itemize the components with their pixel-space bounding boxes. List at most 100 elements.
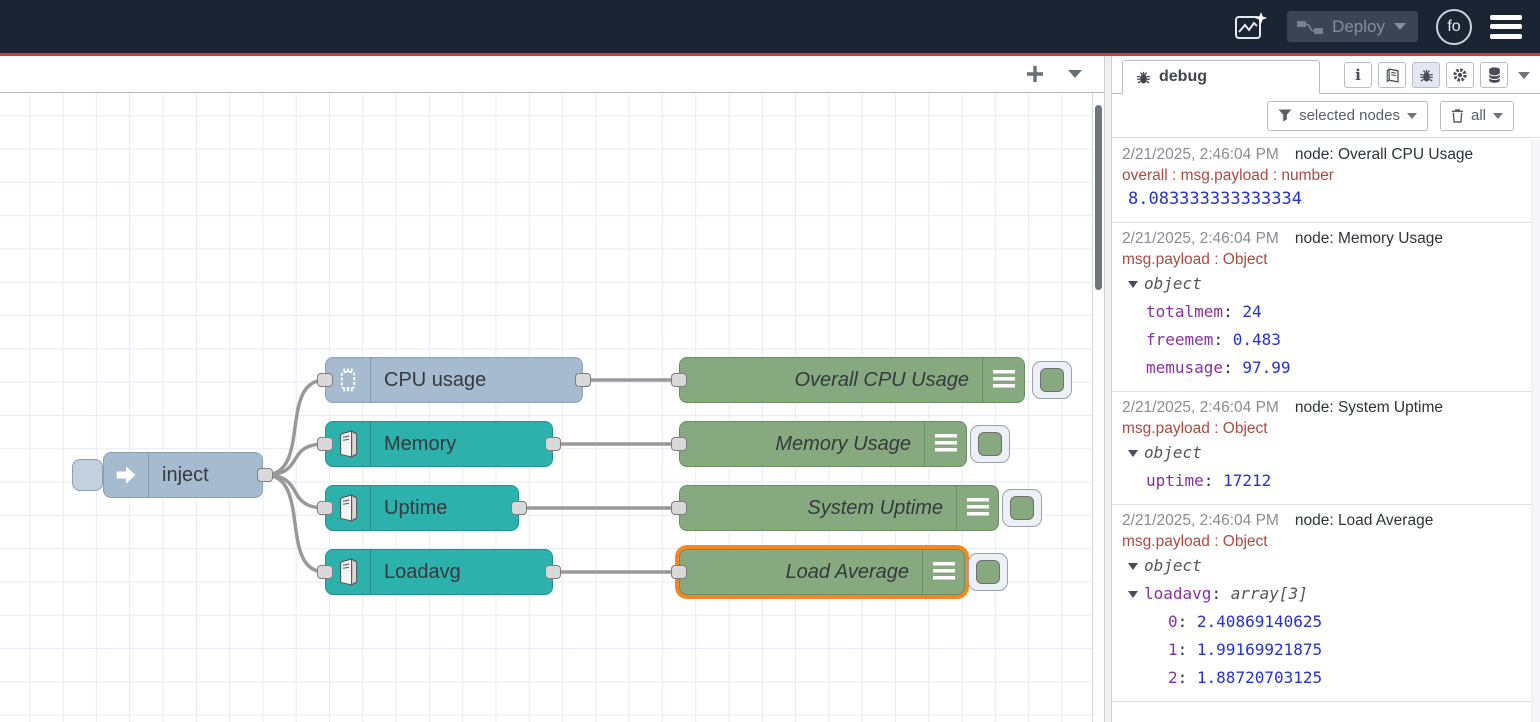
collapse-triangle-icon[interactable] [1128, 281, 1138, 288]
snapshot-icon[interactable] [1231, 8, 1269, 46]
flow-canvas[interactable]: inject CPU usage [0, 93, 1092, 722]
sidebar-scrollbar[interactable] [1531, 139, 1540, 722]
port-out-uptime[interactable] [511, 501, 527, 515]
clear-all-button[interactable]: all [1440, 101, 1514, 131]
message-source-node: node: Memory Usage [1295, 228, 1443, 249]
debug-message[interactable]: 2/21/2025, 2:46:04 PM node: Memory Usage… [1112, 223, 1531, 392]
node-uptime[interactable]: Uptime [325, 485, 519, 531]
debug-message[interactable]: 2/21/2025, 2:46:04 PM node: System Uptim… [1112, 392, 1531, 505]
debug-toggle-system-uptime[interactable] [1002, 489, 1042, 527]
node-label: Loadavg [371, 561, 461, 584]
array-value: 2.40869140625 [1197, 612, 1322, 631]
add-flow-button[interactable] [1022, 61, 1048, 87]
debug-toggle-overall-cpu[interactable] [1032, 361, 1072, 399]
port-in-system-uptime[interactable] [671, 501, 687, 515]
inject-trigger-button[interactable] [72, 459, 103, 491]
header-bar: Deploy fo [0, 0, 1540, 53]
book-icon [1384, 67, 1401, 84]
object-label: object [1144, 552, 1202, 580]
workspace-tabbar [0, 56, 1104, 93]
message-source-node: node: Load Average [1295, 510, 1433, 531]
port-out-cpu-usage[interactable] [575, 373, 591, 387]
debug-list-icon [924, 422, 966, 466]
collapse-triangle-icon[interactable] [1128, 563, 1138, 570]
node-label: Memory Usage [775, 433, 924, 456]
node-inject[interactable]: inject [103, 452, 263, 498]
debug-toggle-memory-usage[interactable] [970, 425, 1010, 463]
user-avatar[interactable]: fo [1436, 9, 1472, 45]
canvas-scrollbar-thumb[interactable] [1095, 105, 1102, 290]
port-out-inject[interactable] [257, 468, 273, 482]
port-in-cpu-usage[interactable] [317, 373, 333, 387]
debug-list-icon [922, 550, 964, 594]
node-label: Uptime [371, 497, 447, 520]
filter-selected-nodes-button[interactable]: selected nodes [1267, 101, 1428, 131]
object-label: object [1144, 439, 1202, 467]
port-in-uptime[interactable] [317, 501, 333, 515]
debug-tab-button[interactable] [1412, 62, 1440, 88]
sidebar-tabbar: debug i [1112, 56, 1540, 94]
array-value: 1.99169921875 [1197, 640, 1322, 659]
port-in-overall-cpu[interactable] [671, 373, 687, 387]
help-tab-button[interactable] [1378, 62, 1406, 88]
info-tab-button[interactable]: i [1344, 62, 1372, 88]
flow-list-caret-icon[interactable] [1062, 61, 1088, 87]
node-label: Memory [371, 433, 456, 456]
deploy-label: Deploy [1332, 17, 1385, 37]
sidebar-options-caret-icon[interactable] [1518, 72, 1530, 79]
object-key: freemem [1146, 330, 1213, 349]
wires [0, 93, 1092, 722]
tab-debug[interactable]: debug [1122, 60, 1320, 94]
array-index: 1 [1168, 640, 1178, 659]
object-key: memusage [1146, 358, 1223, 377]
message-property-path: overall : msg.payload : number [1122, 165, 1523, 186]
context-tab-button[interactable] [1480, 62, 1508, 88]
debug-message-list: 2/21/2025, 2:46:04 PM node: Overall CPU … [1112, 139, 1531, 722]
node-memory-usage[interactable]: Memory Usage [679, 421, 967, 467]
message-property-path: msg.payload : Object [1122, 531, 1523, 552]
object-key: totalmem [1146, 302, 1223, 321]
config-tab-button[interactable] [1446, 62, 1474, 88]
port-out-memory[interactable] [545, 437, 561, 451]
clear-caret-icon [1493, 113, 1503, 119]
object-label: object [1144, 270, 1202, 298]
sidebar-resize-handle[interactable] [1104, 56, 1112, 722]
node-memory[interactable]: Memory [325, 421, 553, 467]
filter-label: selected nodes [1299, 107, 1400, 124]
message-source-node: node: Overall CPU Usage [1295, 144, 1473, 165]
collapse-triangle-icon[interactable] [1128, 591, 1138, 598]
object-key: uptime [1146, 471, 1204, 490]
collapse-triangle-icon[interactable] [1128, 450, 1138, 457]
port-in-loadavg[interactable] [317, 565, 333, 579]
message-timestamp: 2/21/2025, 2:46:04 PM [1122, 228, 1279, 249]
message-timestamp: 2/21/2025, 2:46:04 PM [1122, 510, 1279, 531]
node-system-uptime[interactable]: System Uptime [679, 485, 999, 531]
deploy-caret-icon[interactable] [1394, 23, 1406, 30]
port-in-memory-usage[interactable] [671, 437, 687, 451]
debug-list-icon [956, 486, 998, 530]
node-load-average[interactable]: Load Average [679, 549, 965, 595]
bug-icon [1135, 69, 1152, 86]
port-out-loadavg[interactable] [545, 565, 561, 579]
node-label: Overall CPU Usage [794, 369, 982, 392]
debug-toggle-load-average[interactable] [968, 553, 1008, 591]
funnel-icon [1278, 109, 1292, 122]
port-in-memory[interactable] [317, 437, 333, 451]
deploy-button[interactable]: Deploy [1287, 11, 1418, 42]
debug-message[interactable]: 2/21/2025, 2:46:04 PM node: Load Average… [1112, 505, 1531, 702]
inject-arrow-icon [104, 453, 149, 497]
canvas-scrollbar[interactable] [1092, 93, 1104, 722]
deploy-nodes-icon [1297, 18, 1323, 36]
debug-message[interactable]: 2/21/2025, 2:46:04 PM node: Overall CPU … [1112, 139, 1531, 223]
array-key: loadavg [1144, 584, 1211, 603]
main-menu-icon[interactable] [1490, 15, 1522, 39]
filter-caret-icon [1407, 113, 1417, 119]
node-label: inject [149, 464, 209, 487]
debug-list-icon [982, 358, 1024, 402]
workspace-column: inject CPU usage [0, 56, 1104, 722]
port-in-load-average[interactable] [671, 565, 687, 579]
node-loadavg[interactable]: Loadavg [325, 549, 553, 595]
node-cpu-usage[interactable]: CPU usage [325, 357, 583, 403]
node-label: CPU usage [371, 369, 486, 392]
node-overall-cpu-usage[interactable]: Overall CPU Usage [679, 357, 1025, 403]
